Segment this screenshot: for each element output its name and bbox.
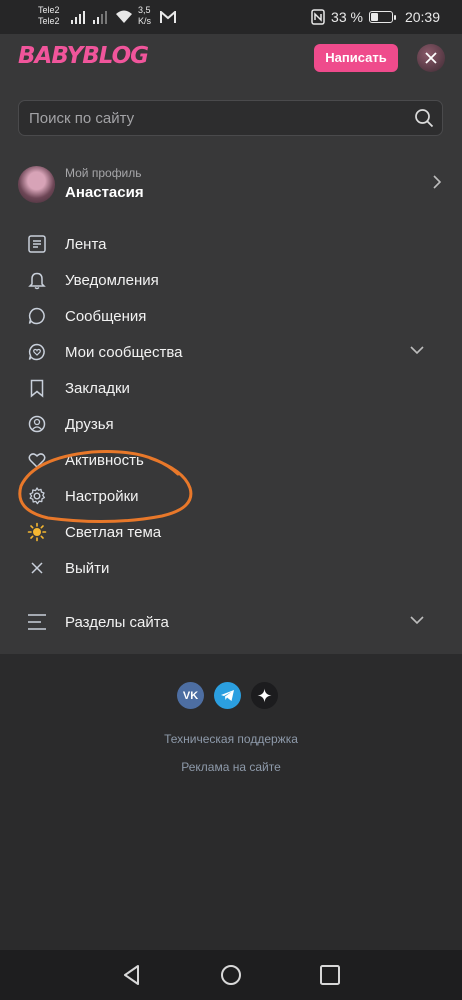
close-icon	[31, 562, 43, 574]
telegram-icon	[221, 690, 234, 701]
support-link[interactable]: Техническая поддержка	[0, 732, 462, 746]
menu-item-bookmarks[interactable]: Закладки	[0, 370, 462, 406]
chevron-right-icon	[433, 175, 442, 189]
friends-icon	[28, 415, 46, 433]
bell-icon	[28, 272, 46, 290]
battery-level	[370, 13, 379, 21]
menu-item-label: Светлая тема	[65, 524, 162, 541]
menu-item-friends[interactable]: Друзья	[0, 406, 462, 442]
menu-item-label: Настройки	[65, 488, 139, 505]
close-icon	[425, 52, 437, 64]
network-speed: 3,5 K/s	[138, 5, 151, 27]
social-links: VK	[0, 682, 462, 710]
vk-icon: VK	[182, 689, 199, 702]
screen: Tele2 Tele2 3,5 K/s 33 % 20:39 BABYBLOG …	[0, 0, 462, 1000]
zen-link[interactable]	[251, 682, 278, 709]
avatar	[18, 166, 55, 203]
mail-icon	[160, 11, 176, 23]
close-menu-button[interactable]	[417, 44, 445, 72]
menu-item-label: Друзья	[65, 416, 114, 433]
signal-icon	[93, 11, 107, 24]
speed-unit: K/s	[138, 16, 152, 26]
zen-icon	[257, 688, 272, 703]
signal-icon	[71, 11, 85, 24]
wifi-icon	[116, 10, 132, 23]
battery-percent: 33 %	[331, 9, 363, 25]
sections-label: Разделы сайта	[65, 614, 169, 631]
carrier-1: Tele2	[38, 5, 60, 15]
carrier-2: Tele2	[38, 16, 60, 26]
profile-link[interactable]: Мой профиль Анастасия	[18, 164, 444, 206]
menu-item-label: Выйти	[65, 560, 110, 577]
gear-icon	[29, 487, 46, 505]
activity-icon	[28, 453, 46, 469]
site-sections-toggle[interactable]: Разделы сайта	[0, 604, 462, 640]
menu-item-label: Уведомления	[65, 272, 159, 289]
write-button[interactable]: Написать	[314, 44, 398, 72]
profile-name: Анастасия	[65, 184, 144, 201]
clock: 20:39	[404, 9, 440, 25]
search-icon[interactable]	[414, 108, 434, 128]
feed-icon	[28, 235, 46, 253]
menu-panel: Мой профиль Анастасия Лента Уведомления	[0, 82, 462, 654]
menu-item-label: Мои сообщества	[65, 344, 183, 361]
menu-item-settings[interactable]: Настройки	[0, 478, 462, 514]
vk-link[interactable]: VK	[177, 682, 204, 709]
sun-icon	[27, 522, 47, 542]
menu-item-label: Лента	[65, 236, 107, 253]
chevron-down-icon	[410, 616, 424, 625]
site-header: BABYBLOG Написать	[0, 34, 462, 82]
menu-item-messages[interactable]: Сообщения	[0, 298, 462, 334]
search-box	[18, 100, 443, 136]
battery-icon	[368, 11, 396, 23]
menu-item-feed[interactable]: Лента	[0, 226, 462, 262]
status-right: 33 % 20:39	[311, 9, 440, 25]
chevron-down-icon[interactable]	[410, 346, 424, 355]
status-bar: Tele2 Tele2 3,5 K/s 33 % 20:39	[0, 0, 462, 34]
menu-item-notifications[interactable]: Уведомления	[0, 262, 462, 298]
nfc-icon	[311, 9, 325, 25]
home-icon[interactable]	[220, 964, 242, 986]
profile-subtitle: Мой профиль	[65, 166, 142, 180]
menu-item-label: Активность	[65, 452, 144, 469]
back-icon[interactable]	[121, 964, 143, 986]
speed-value: 3,5	[138, 5, 151, 15]
menu-item-label: Закладки	[65, 380, 130, 397]
site-logo[interactable]: BABYBLOG	[18, 43, 149, 69]
system-nav-bar	[0, 950, 462, 1000]
recents-icon[interactable]	[319, 964, 341, 986]
menu-item-light-theme[interactable]: Светлая тема	[0, 514, 462, 550]
chat-icon	[28, 307, 45, 325]
ads-link[interactable]: Реклама на сайте	[0, 760, 462, 774]
menu-lines-icon	[28, 614, 46, 630]
menu-item-activity[interactable]: Активность	[0, 442, 462, 478]
menu-list: Лента Уведомления Сообщения Мои сообщест…	[0, 226, 462, 586]
menu-item-communities[interactable]: Мои сообщества	[0, 334, 462, 370]
menu-item-logout[interactable]: Выйти	[0, 550, 462, 586]
bookmark-icon	[30, 379, 44, 398]
community-icon	[28, 343, 45, 361]
carrier-labels: Tele2 Tele2	[38, 5, 60, 27]
menu-item-label: Сообщения	[65, 308, 147, 325]
search-input[interactable]	[29, 101, 399, 135]
telegram-link[interactable]	[214, 682, 241, 709]
